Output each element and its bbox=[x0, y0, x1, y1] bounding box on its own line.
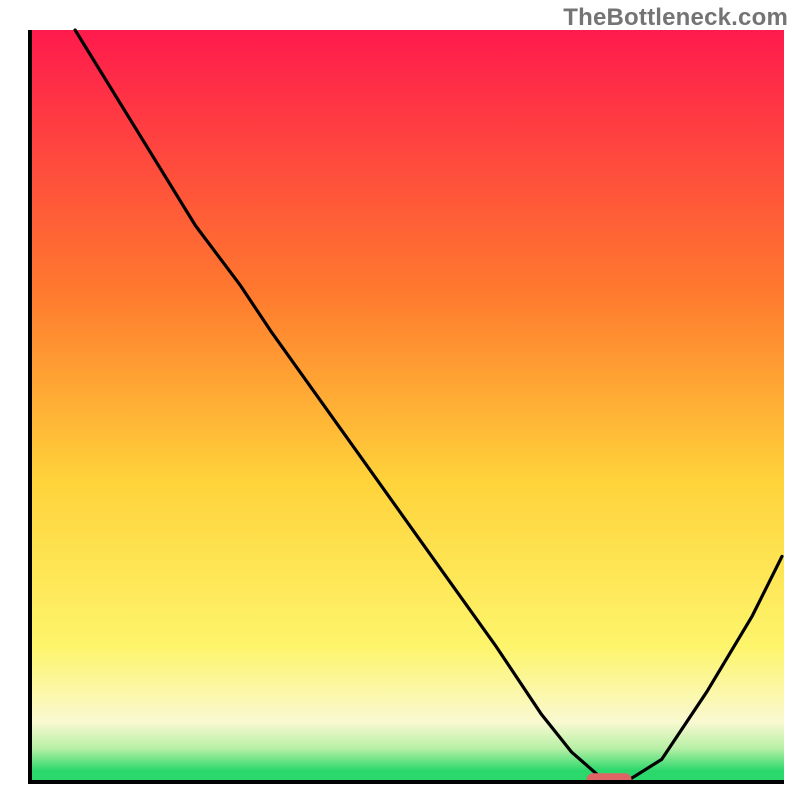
chart-container: TheBottleneck.com bbox=[0, 0, 800, 800]
chart-svg bbox=[28, 28, 784, 784]
plot-area bbox=[28, 28, 784, 784]
